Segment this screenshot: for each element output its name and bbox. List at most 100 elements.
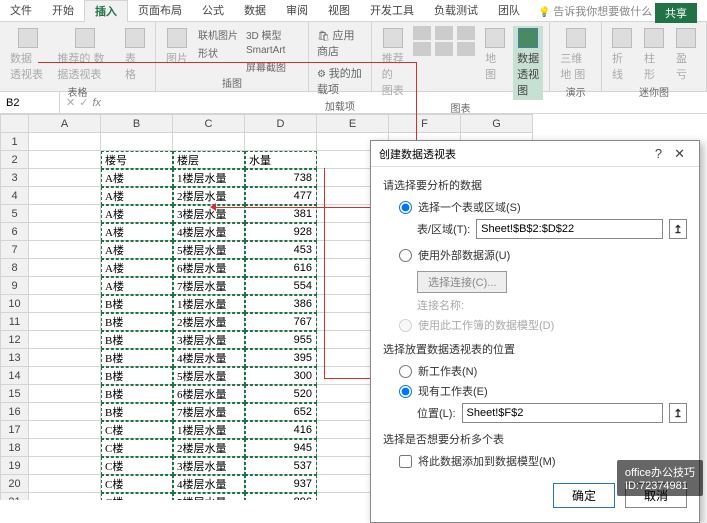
cell[interactable]: 453 [245, 241, 317, 259]
row-header[interactable]: 18 [1, 439, 29, 457]
name-box[interactable]: B2 [0, 92, 60, 113]
cell[interactable]: A楼 [101, 205, 173, 223]
tab-开始[interactable]: 开始 [42, 0, 84, 22]
cell[interactable]: 5楼层水量 [173, 367, 245, 385]
cell[interactable] [29, 133, 101, 151]
maps-button[interactable]: 地图 [481, 26, 509, 84]
store-button[interactable]: 🛍 应用商店 [315, 26, 365, 60]
help-icon[interactable]: ? [649, 146, 668, 161]
row-header[interactable]: 10 [1, 295, 29, 313]
online-pictures-button[interactable]: 联机图片 [196, 26, 240, 43]
row-header[interactable]: 2 [1, 151, 29, 169]
cell[interactable] [29, 313, 101, 331]
row-header[interactable]: 9 [1, 277, 29, 295]
cell[interactable] [29, 277, 101, 295]
cell[interactable]: 4楼层水量 [173, 349, 245, 367]
collapse-range-icon[interactable]: ↥ [669, 219, 687, 239]
cell[interactable]: 5楼层水量 [173, 493, 245, 501]
row-header[interactable]: 7 [1, 241, 29, 259]
cell[interactable]: B楼 [101, 295, 173, 313]
cell[interactable]: 937 [245, 475, 317, 493]
tab-页面布局[interactable]: 页面布局 [128, 0, 192, 22]
table-range-input[interactable] [476, 219, 663, 239]
add-to-model-checkbox[interactable] [399, 455, 412, 468]
cell[interactable]: 928 [245, 223, 317, 241]
cell[interactable]: A楼 [101, 187, 173, 205]
collapse-range-icon[interactable]: ↥ [669, 403, 687, 423]
col-header[interactable]: E [317, 115, 389, 133]
cell[interactable] [29, 367, 101, 385]
col-header[interactable]: D [245, 115, 317, 133]
col-header[interactable]: B [101, 115, 173, 133]
cell[interactable]: 945 [245, 439, 317, 457]
row-header[interactable]: 20 [1, 475, 29, 493]
cell[interactable] [29, 385, 101, 403]
my-addins-button[interactable]: ⚙ 我的加载项 [315, 64, 365, 98]
cell[interactable]: 537 [245, 457, 317, 475]
cell[interactable] [29, 349, 101, 367]
tab-插入[interactable]: 插入 [84, 0, 128, 22]
cell[interactable]: C楼 [101, 475, 173, 493]
cell[interactable] [29, 241, 101, 259]
sparkline-line-button[interactable]: 折线 [608, 26, 636, 84]
cell[interactable] [29, 403, 101, 421]
cell[interactable]: A楼 [101, 241, 173, 259]
cell[interactable] [29, 205, 101, 223]
pivot-table-button[interactable]: 数据 透视表 [6, 26, 49, 84]
radio-external-source[interactable] [399, 249, 412, 262]
cell[interactable]: 1楼层水量 [173, 421, 245, 439]
cell[interactable] [29, 457, 101, 475]
cell[interactable]: A楼 [101, 277, 173, 295]
cell[interactable]: 2楼层水量 [173, 313, 245, 331]
row-header[interactable]: 11 [1, 313, 29, 331]
cell[interactable]: 3楼层水量 [173, 457, 245, 475]
tab-文件[interactable]: 文件 [0, 0, 42, 22]
pivot-chart-button[interactable]: 数据透视图 [513, 26, 543, 100]
sparkline-column-button[interactable]: 柱形 [640, 26, 668, 84]
fx-icon[interactable]: fx [92, 97, 101, 109]
cell[interactable]: A楼 [101, 169, 173, 187]
tab-团队[interactable]: 团队 [488, 0, 530, 22]
tab-开发工具[interactable]: 开发工具 [360, 0, 424, 22]
cell[interactable]: 3楼层水量 [173, 331, 245, 349]
cell[interactable]: A楼 [101, 223, 173, 241]
cell[interactable] [29, 295, 101, 313]
cell[interactable]: 7楼层水量 [173, 277, 245, 295]
cell[interactable]: 652 [245, 403, 317, 421]
tab-负载测试[interactable]: 负载测试 [424, 0, 488, 22]
row-header[interactable]: 14 [1, 367, 29, 385]
row-header[interactable]: 8 [1, 259, 29, 277]
cell[interactable] [29, 475, 101, 493]
cell[interactable] [29, 439, 101, 457]
tell-me[interactable]: 告诉我你想要做什么 [530, 3, 652, 19]
cell[interactable]: 616 [245, 259, 317, 277]
select-all-corner[interactable] [1, 115, 29, 133]
chart-type-icon[interactable] [435, 26, 453, 40]
cell[interactable]: C楼 [101, 421, 173, 439]
cell[interactable]: C楼 [101, 493, 173, 501]
row-header[interactable]: 1 [1, 133, 29, 151]
fx-cancel-icon[interactable]: ✕ [66, 96, 75, 109]
table-button[interactable]: 表格 [121, 26, 149, 84]
cell[interactable]: 2楼层水量 [173, 439, 245, 457]
cell[interactable]: C楼 [101, 457, 173, 475]
cell[interactable]: B楼 [101, 403, 173, 421]
3d-map-button[interactable]: 三维地 图 [556, 26, 595, 84]
row-header[interactable]: 16 [1, 403, 29, 421]
cell[interactable] [101, 133, 173, 151]
sparkline-winloss-button[interactable]: 盈亏 [672, 26, 700, 84]
cell[interactable] [29, 187, 101, 205]
cell[interactable]: 楼层 [173, 151, 245, 169]
location-input[interactable] [462, 403, 664, 423]
cell[interactable]: 955 [245, 331, 317, 349]
share-button[interactable]: 共享 [655, 3, 697, 23]
row-header[interactable]: 13 [1, 349, 29, 367]
cell[interactable] [29, 493, 101, 501]
ok-button[interactable]: 确定 [553, 483, 615, 508]
cell[interactable]: 395 [245, 349, 317, 367]
chart-type-icon[interactable] [457, 42, 475, 56]
cell[interactable]: 381 [245, 205, 317, 223]
cell[interactable]: 3楼层水量 [173, 205, 245, 223]
cell[interactable]: B楼 [101, 313, 173, 331]
smartart-button[interactable]: SmartArt [244, 44, 288, 57]
